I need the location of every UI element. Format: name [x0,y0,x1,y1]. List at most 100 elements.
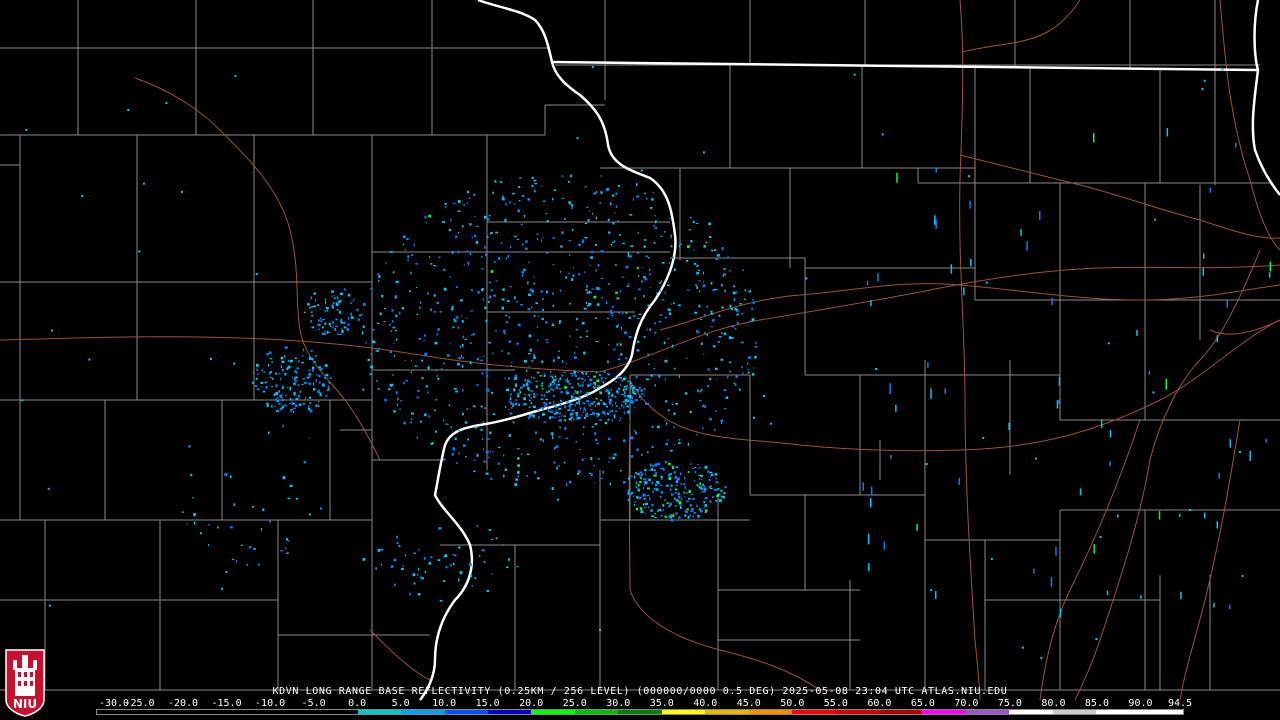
echo-pixel [453,318,456,322]
echo-pixel [308,408,311,411]
echo-pixel [450,564,452,567]
echo-pixel [1140,595,1142,599]
echo-pixel [504,218,507,222]
echo-pixel [720,358,724,361]
echo-pixel [629,399,633,403]
echo-pixel [670,449,673,452]
echo-pixel [716,378,718,380]
echo-pixel [624,398,627,400]
echo-pixel [530,376,533,379]
echo-pixel [660,475,663,479]
echo-pixel [636,183,638,187]
echo-pixel [388,388,391,391]
echo-pixel [302,378,305,380]
echo-pixel [643,276,646,279]
echo-pixel [688,498,691,500]
echo-pixel [704,332,706,334]
echo-pixel [286,538,288,541]
echo-pixel [680,506,682,510]
echo-pixel [200,532,202,535]
echo-pixel [540,239,543,242]
echo-pixel [391,374,395,376]
echo-pixel [320,320,323,322]
echo-pixel [256,373,259,375]
echo-pixel [501,197,505,201]
echo-pixel [459,571,463,575]
echo-pixel [430,556,433,559]
echo-pixel [680,243,682,245]
echo-pixel [554,375,556,378]
echo-pixel [324,301,327,304]
echo-pixel [193,521,196,525]
echo-pixel [665,442,669,446]
echo-pixel [520,304,523,306]
echo-pixel [634,297,636,300]
echo-pixel [292,411,295,414]
echo-pixel [517,448,520,450]
echo-pixel [335,318,338,321]
echo-pixel [586,335,588,338]
scale-label: 85.0 [1084,698,1109,709]
echo-pixel [654,472,658,475]
echo-pixel [448,404,451,407]
echo-pixel [456,316,459,319]
radar-map [0,0,1280,720]
echo-pixel [578,400,580,403]
echo-pixel [564,386,567,389]
echo-pixel [707,385,710,388]
echo-pixel [608,389,610,392]
echo-pixel [627,254,630,258]
echo-pixel [319,394,322,397]
echo-pixel [240,544,243,546]
echo-pixel [508,340,512,343]
echo-pixel [340,318,342,321]
echo-pixel [619,469,622,472]
echo-pixel [577,372,579,374]
echo-pixel [696,330,698,333]
echo-pixel [516,342,519,345]
echo-pixel [463,444,466,447]
echo-pixel [1117,514,1119,518]
echo-pixel [611,404,613,407]
echo-pixel [439,311,442,313]
echo-pixel [643,336,646,338]
echo-pixel [583,426,585,428]
echo-pixel [478,555,481,557]
echo-pixel [601,297,603,299]
echo-pixel [274,405,276,407]
product-caption: KDVN LONG RANGE BASE REFLECTIVITY (0.25K… [272,686,1008,697]
echo-pixel [385,262,387,265]
echo-pixel [517,209,520,213]
echo-pixel [581,322,585,325]
echo-pixel [678,244,681,248]
echo-pixel [278,403,281,405]
echo-pixel [351,301,353,303]
echo-pixel [236,560,237,563]
echo-pixel [559,322,561,325]
echo-pixel [619,343,622,346]
echo-pixel [505,321,509,324]
scale-label: 90.0 [1128,698,1153,709]
echo-pixel [622,242,625,245]
echo-pixel [624,357,628,360]
echo-pixel [709,417,712,421]
echo-pixel [654,517,657,519]
echo-pixel [579,449,581,451]
echo-pixel [350,302,352,305]
echo-pixel [567,273,571,275]
echo-pixel [394,329,397,332]
echo-pixel [308,369,311,372]
echo-pixel [684,496,686,498]
echo-pixel [495,280,499,282]
echo-pixel [710,281,713,285]
echo-pixel [546,290,548,294]
echo-pixel [676,499,679,502]
colorbar-segment [97,710,141,714]
echo-pixel [608,344,610,346]
echo-pixel [1166,128,1169,137]
echo-pixel [1165,378,1167,390]
echo-pixel [621,404,623,407]
echo-pixel [935,591,937,599]
echo-pixel [335,303,339,306]
echo-pixel [553,403,555,407]
